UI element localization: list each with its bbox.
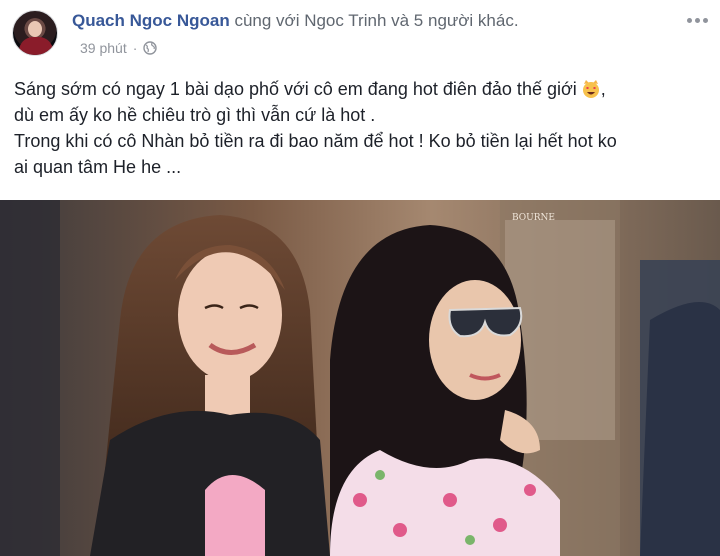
smiling-cat-heart-eyes-icon [581, 79, 601, 99]
post-header: Quach Ngoc Ngoan cùng với Ngoc Trinh và … [0, 0, 720, 64]
tagged-people-text[interactable]: cùng với Ngoc Trinh và 5 người khác. [234, 11, 518, 30]
header-line: Quach Ngoc Ngoan cùng với Ngoc Trinh và … [72, 11, 519, 31]
post-time[interactable]: 39 phút [80, 40, 127, 56]
photo-illustration: BOURNE [0, 200, 720, 556]
post-text-line-2: dù em ấy ko hề chiêu trò gì thì vẫn cứ l… [14, 105, 376, 125]
more-options-icon[interactable] [682, 10, 712, 30]
author-name-link[interactable]: Quach Ngoc Ngoan [72, 11, 230, 30]
shop-sign-text: BOURNE [512, 213, 555, 223]
author-avatar[interactable] [12, 10, 58, 56]
post-text-line-3: Trong khi có cô Nhàn bỏ tiền ra đi bao n… [14, 131, 617, 151]
post-meta: 39 phút · [80, 40, 158, 56]
avatar-body [19, 37, 53, 55]
meta-separator: · [132, 40, 138, 56]
globe-icon[interactable] [143, 41, 158, 55]
facebook-post: Quach Ngoc Ngoan cùng với Ngoc Trinh và … [0, 0, 720, 556]
post-text-line-1: Sáng sớm có ngay 1 bài dạo phố với cô em… [14, 79, 606, 99]
post-text-line-4: ai quan tâm He he ... [14, 157, 182, 177]
post-photo[interactable]: BOURNE [0, 200, 720, 556]
avatar-face [28, 21, 42, 37]
post-text: Sáng sớm có ngay 1 bài dạo phố với cô em… [14, 76, 710, 180]
